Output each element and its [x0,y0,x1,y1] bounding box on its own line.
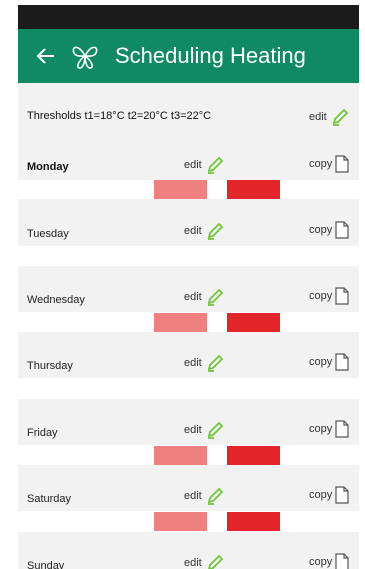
friday-schedule-bar [18,445,359,465]
copy-page-icon [335,486,349,504]
edit-label: edit [184,225,202,237]
day-name: Friday [27,427,58,439]
saturday-schedule-bar [18,511,359,532]
sunday-copy-button[interactable]: copy [309,553,349,569]
pencil-icon [207,156,224,174]
pencil-icon [207,487,224,505]
pencil-icon [207,354,224,372]
edit-label: edit [184,357,202,369]
monday-edit-button[interactable]: edit [184,155,225,175]
day-row-wednesday: Wednesday edit copy [18,266,359,312]
day-row-thursday: Thursday edit copy [18,332,359,378]
thursday-edit-button[interactable]: edit [184,353,225,373]
day-name: Thursday [27,360,73,372]
sunday-edit-button[interactable]: edit [184,553,225,569]
copy-label: copy [309,423,333,435]
back-arrow-icon[interactable] [34,42,58,70]
day-row-tuesday: Tuesday edit copy [18,199,359,246]
t3-period-block[interactable] [227,446,280,465]
t3-period-block[interactable] [227,512,280,531]
copy-label: copy [309,556,333,568]
copy-page-icon [335,221,349,239]
copy-label: copy [309,290,333,302]
copy-label: copy [309,224,333,236]
thresholds-text: Thresholds t1=18°C t2=20°C t3=22°C [27,110,212,122]
edit-label: edit [184,424,202,436]
saturday-copy-button[interactable]: copy [309,486,349,504]
t3-period-block[interactable] [227,180,280,199]
thresholds-edit-button[interactable]: edit [309,107,350,127]
t3-period-block[interactable] [227,313,280,332]
wednesday-edit-button[interactable]: edit [184,287,225,307]
wednesday-schedule-bar [18,312,359,332]
t2-period-block[interactable] [154,313,207,332]
pencil-icon [207,288,224,306]
edit-label: edit [184,291,202,303]
day-row-saturday: Saturday edit copy [18,465,359,511]
app-bar: Scheduling Heating [18,29,359,83]
t2-period-block[interactable] [154,512,207,531]
tuesday-edit-button[interactable]: edit [184,221,225,241]
pencil-icon [207,421,224,439]
edit-label: edit [184,557,202,569]
copy-label: copy [309,158,333,170]
copy-page-icon [335,287,349,305]
friday-edit-button[interactable]: edit [184,420,225,440]
pencil-icon [207,554,224,569]
day-name: Monday [27,161,69,173]
tuesday-schedule-bar [18,246,359,266]
pencil-icon [207,222,224,240]
status-bar [18,5,359,29]
copy-label: copy [309,489,333,501]
pencil-icon [332,108,349,126]
copy-page-icon [335,353,349,371]
butterfly-logo-icon [72,46,98,69]
tuesday-copy-button[interactable]: copy [309,221,349,239]
t2-period-block[interactable] [154,180,207,199]
copy-page-icon [335,420,349,438]
day-row-sunday: Sunday edit copy [18,532,359,569]
edit-label: edit [184,490,202,502]
day-name: Tuesday [27,228,69,240]
saturday-edit-button[interactable]: edit [184,486,225,506]
copy-page-icon [335,155,349,173]
copy-page-icon [335,553,349,569]
edit-label: edit [184,159,202,171]
copy-label: copy [309,356,333,368]
t2-period-block[interactable] [154,446,207,465]
day-name: Wednesday [27,294,85,306]
edit-label: edit [309,111,327,123]
monday-copy-button[interactable]: copy [309,155,349,173]
phone-screen: Scheduling Heating Thresholds t1=18°C t2… [18,5,359,569]
friday-copy-button[interactable]: copy [309,420,349,438]
day-name: Saturday [27,493,72,505]
day-name: Sunday [27,560,65,569]
thursday-schedule-bar [18,378,359,399]
thursday-copy-button[interactable]: copy [309,353,349,371]
wednesday-copy-button[interactable]: copy [309,287,349,305]
day-row-friday: Friday edit copy [18,399,359,445]
page-title: Scheduling Heating [115,43,306,68]
